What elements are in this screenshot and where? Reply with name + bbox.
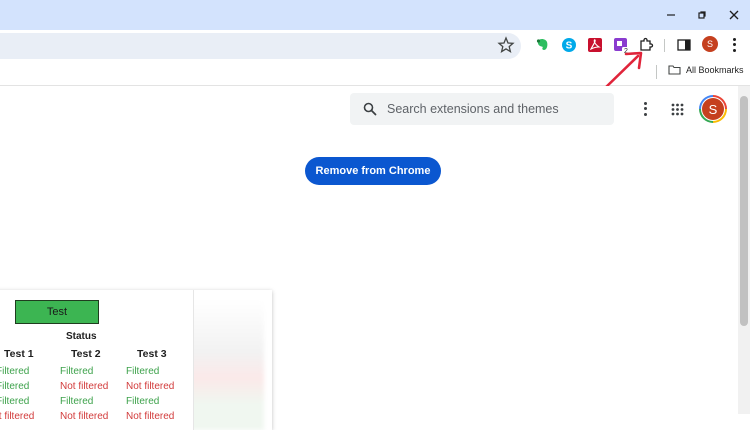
test-button[interactable]: Test xyxy=(15,300,99,324)
column-header-test-2: Test 2 xyxy=(71,348,101,360)
web-store-page: Search extensions and themes S Remove fr… xyxy=(0,86,738,430)
svg-text:S: S xyxy=(566,41,573,52)
evernote-extension-icon[interactable] xyxy=(535,37,551,53)
remove-from-chrome-button[interactable]: Remove from Chrome xyxy=(305,157,441,185)
title-bar xyxy=(0,0,750,30)
page-scrollbar[interactable] xyxy=(738,86,750,414)
table-cell: Filtered xyxy=(0,366,30,377)
skype-extension-icon[interactable]: S xyxy=(561,37,577,53)
blurred-preview-background xyxy=(184,300,264,430)
close-icon[interactable] xyxy=(724,5,744,25)
table-cell: Filtered xyxy=(126,366,160,377)
account-avatar[interactable]: S xyxy=(699,95,727,123)
table-cell: Filtered xyxy=(0,381,30,392)
all-bookmarks-button[interactable]: All Bookmarks xyxy=(668,64,744,75)
search-icon xyxy=(363,102,377,116)
table-cell: Filtered xyxy=(0,396,30,407)
table-cell: Not filtered xyxy=(126,411,175,422)
apps-grid-icon[interactable] xyxy=(671,103,684,116)
table-cell: Not filtered xyxy=(0,411,35,422)
status-label: Status xyxy=(66,331,97,342)
column-header-test-1: Test 1 xyxy=(4,348,34,360)
table-cell: Not filtered xyxy=(60,411,109,422)
bookmark-star-icon[interactable] xyxy=(497,36,515,54)
table-cell: Filtered xyxy=(60,366,94,377)
profile-avatar[interactable]: S xyxy=(702,36,718,52)
table-cell: Not filtered xyxy=(60,381,109,392)
table-cell: Filtered xyxy=(126,396,160,407)
chrome-menu-icon[interactable] xyxy=(729,37,739,53)
column-header-test-3: Test 3 xyxy=(137,348,167,360)
search-input[interactable]: Search extensions and themes xyxy=(350,93,614,125)
all-bookmarks-label: All Bookmarks xyxy=(686,64,744,75)
bookmarks-separator xyxy=(656,65,657,79)
minimize-icon[interactable] xyxy=(661,5,681,25)
more-options-icon[interactable] xyxy=(642,101,648,117)
account-avatar-letter: S xyxy=(702,98,724,120)
preview-panel: Test Status Test 1 Test 2 Test 3 Filtere… xyxy=(0,290,194,430)
toolbar-separator xyxy=(664,39,665,52)
address-bar[interactable] xyxy=(0,33,521,59)
side-panel-icon[interactable] xyxy=(676,37,692,53)
folder-icon xyxy=(668,65,681,75)
scrollbar-thumb[interactable] xyxy=(740,96,748,326)
profile-avatar-letter: S xyxy=(706,39,713,49)
extension-screenshot-preview[interactable]: Test Status Test 1 Test 2 Test 3 Filtere… xyxy=(0,290,272,430)
restore-icon[interactable] xyxy=(692,5,712,25)
table-cell: Filtered xyxy=(60,396,94,407)
search-placeholder: Search extensions and themes xyxy=(387,102,559,116)
table-cell: Not filtered xyxy=(126,381,175,392)
